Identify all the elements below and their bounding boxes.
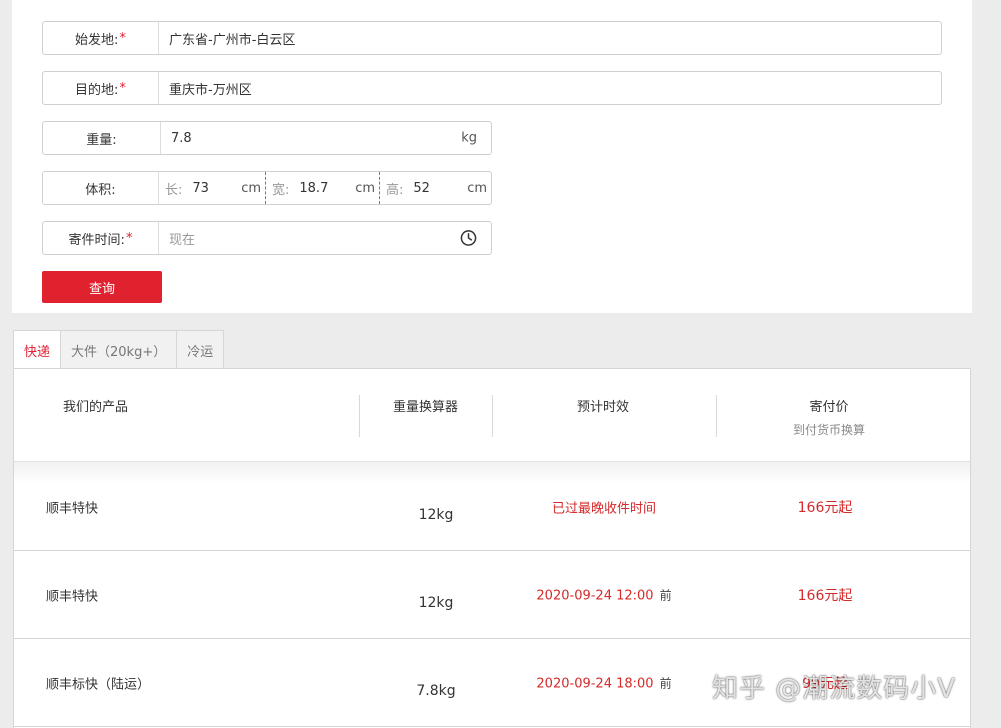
height-input[interactable]: 高: 52 cm: [379, 172, 491, 204]
header-weight-calc[interactable]: 重量换算器: [393, 396, 458, 415]
weight-value: 7.8kg: [416, 682, 456, 699]
query-form-panel: 始发地: * 广东省-广州市-白云区 目的地: * 重庆市-万州区 重量: 7.8 …: [12, 0, 972, 313]
height-label: 高:: [386, 182, 404, 198]
weight-field[interactable]: 重量: 7.8 kg: [42, 121, 492, 155]
required-mark: *: [125, 230, 133, 246]
send-time-placeholder: 现在: [169, 232, 196, 248]
height-unit: cm: [467, 180, 487, 196]
destination-value: 重庆市-万州区: [169, 82, 252, 98]
width-unit: cm: [355, 180, 375, 196]
origin-input[interactable]: 广东省-广州市-白云区: [159, 22, 941, 54]
volume-label-text: 体积:: [85, 182, 116, 198]
header-divider: [492, 395, 493, 437]
product-name: 顺丰标快（陆运）: [46, 677, 151, 692]
volume-field: 体积: 长: 73 cm 宽: 18.7 cm 高: 52 cm: [42, 171, 492, 205]
required-mark: *: [119, 30, 126, 46]
price-value: 166元起: [797, 587, 853, 604]
header-divider: [716, 395, 717, 437]
eta-suffix: 前: [659, 676, 672, 690]
origin-value: 广东省-广州市-白云区: [169, 32, 296, 48]
weight-value: 7.8: [171, 130, 192, 146]
destination-input[interactable]: 重庆市-万州区: [159, 72, 941, 104]
eta-text: 2020-09-24 12:00: [536, 588, 654, 603]
volume-label: 体积:: [43, 172, 159, 204]
eta-value: 已过最晚收件时间: [552, 497, 656, 516]
eta-suffix: 前: [659, 588, 672, 602]
destination-label-text: 目的地:: [75, 82, 119, 98]
length-label: 长:: [165, 182, 183, 198]
eta-text: 2020-09-24 18:00: [536, 676, 654, 691]
table-row[interactable]: 顺丰特快 12kg 已过最晚收件时间 166元起: [14, 463, 970, 551]
tab-express[interactable]: 快递: [13, 330, 62, 370]
send-time-input[interactable]: 现在: [159, 222, 491, 254]
width-label: 宽:: [272, 182, 290, 198]
clock-icon[interactable]: [460, 230, 477, 247]
eta-text: 已过最晚收件时间: [551, 501, 657, 516]
origin-label-text: 始发地:: [75, 32, 119, 48]
header-price-label: 寄付价: [809, 400, 849, 415]
width-value: 18.7: [299, 180, 329, 196]
destination-field[interactable]: 目的地: * 重庆市-万州区: [42, 71, 942, 105]
send-time-label-text: 寄件时间:: [68, 232, 125, 248]
tab-heavy[interactable]: 大件（20kg+）: [61, 330, 178, 369]
table-header: 我们的产品 重量换算器 预计时效 寄付价 到付货币换算: [14, 369, 970, 462]
width-input[interactable]: 宽: 18.7 cm: [265, 172, 379, 204]
service-tabs: 快递 大件（20kg+） 冷运: [13, 330, 225, 370]
height-value: 52: [413, 180, 430, 196]
weight-unit: kg: [461, 130, 477, 146]
send-time-field[interactable]: 寄件时间: * 现在: [42, 221, 492, 255]
eta-value: 2020-09-24 18:00 前: [536, 674, 671, 691]
send-time-label: 寄件时间: *: [43, 222, 159, 254]
length-value: 73: [192, 180, 209, 196]
tab-label: 大件（20kg+）: [71, 344, 167, 360]
weight-input[interactable]: 7.8 kg: [161, 122, 491, 154]
origin-label: 始发地: *: [43, 22, 159, 54]
watermark: 知乎 @潮流数码小V: [712, 674, 957, 704]
product-name: 顺丰特快: [46, 589, 99, 604]
price-value: 166元起: [797, 499, 853, 516]
destination-label: 目的地: *: [43, 72, 159, 104]
length-input[interactable]: 长: 73 cm: [159, 172, 265, 204]
header-divider: [359, 395, 360, 437]
tab-label: 冷运: [187, 344, 214, 360]
eta-value: 2020-09-24 12:00 前: [536, 586, 671, 603]
weight-value: 12kg: [418, 506, 454, 523]
tab-cold[interactable]: 冷运: [177, 330, 225, 369]
weight-value: 12kg: [418, 594, 454, 611]
tab-label: 快递: [24, 345, 51, 360]
table-row[interactable]: 顺丰特快 12kg 2020-09-24 12:00 前 166元起: [14, 551, 970, 639]
weight-label: 重量:: [43, 122, 161, 154]
query-button[interactable]: 查询: [42, 271, 162, 303]
length-unit: cm: [241, 180, 261, 196]
header-product: 我们的产品: [63, 400, 129, 415]
currency-convert-link[interactable]: 到付货币换算: [784, 421, 874, 438]
header-price: 寄付价 到付货币换算: [784, 396, 874, 438]
product-name: 顺丰特快: [46, 501, 99, 516]
header-eta: 预计时效: [577, 400, 630, 415]
weight-label-text: 重量:: [86, 132, 117, 148]
required-mark: *: [119, 80, 126, 96]
origin-field[interactable]: 始发地: * 广东省-广州市-白云区: [42, 21, 942, 55]
